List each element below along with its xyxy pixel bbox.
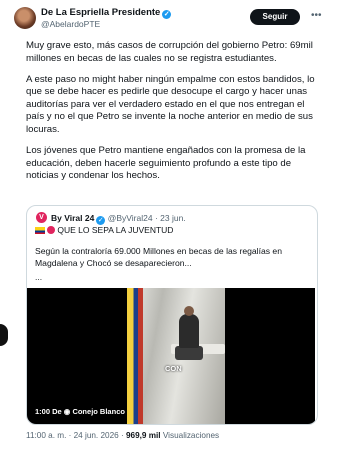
author-name-text[interactable]: De La Espriella Presidente <box>41 7 160 18</box>
views-count: 969,9 mil <box>125 431 161 440</box>
more-options-icon[interactable]: ••• <box>311 10 322 21</box>
quoted-author-name[interactable]: By Viral 24 <box>51 213 94 223</box>
video-channel: Conejo Blanco <box>72 407 125 416</box>
views-label: Visualizaciones <box>162 431 220 440</box>
colombia-flag-icon <box>35 227 45 234</box>
video-chair <box>175 346 203 360</box>
quoted-text: Según la contraloría 69.000 Millones en … <box>35 246 282 268</box>
video-timer: 1:00 De ◉ Conejo Blanco <box>35 407 125 416</box>
post-footer: 11:00 a. m. · 24 jun. 2026 · 969,9 mil V… <box>26 431 219 440</box>
post-header: De La Espriella Presidente ✓ @AbelardoPTE… <box>14 0 324 40</box>
carousel-arrow[interactable] <box>0 324 8 346</box>
quoted-post[interactable]: V By Viral 24 ✓ @ByViral24 · 23 jun. QUE … <box>26 205 318 425</box>
video-duration: 1:00 <box>35 407 51 416</box>
quoted-date[interactable]: 23 jun. <box>160 213 186 223</box>
video-player[interactable]: CON 1:00 De ◉ Conejo Blanco <box>27 288 315 424</box>
video-caption: CON <box>165 364 182 373</box>
follow-button[interactable]: Seguir <box>250 9 300 25</box>
video-frame: CON <box>127 288 225 424</box>
video-person-head <box>184 306 194 316</box>
post-timestamp[interactable]: 11:00 a. m. · 24 jun. 2026 · <box>26 431 124 440</box>
post-body: Muy grave esto, más casos de corrupción … <box>26 40 324 191</box>
quoted-ellipsis: ... <box>35 272 43 282</box>
camera-icon: ◉ <box>63 407 71 416</box>
verified-badge-icon: ✓ <box>162 10 172 19</box>
quoted-author-line: By Viral 24 ✓ @ByViral24 · 23 jun. <box>51 213 186 225</box>
author-handle[interactable]: @AbelardoPTE <box>41 19 100 29</box>
author-avatar[interactable] <box>14 7 36 29</box>
post-paragraph-3: Los jóvenes que Petro mantiene engañados… <box>26 145 306 182</box>
quoted-subtitle-line: QUE LO SEPA LA JUVENTUD <box>35 225 173 235</box>
quoted-subtitle: QUE LO SEPA LA JUVENTUD <box>57 225 174 235</box>
post-paragraph-2: A este paso no might haber ningún empalm… <box>26 73 315 136</box>
post-card: De La Espriella Presidente ✓ @AbelardoPTE… <box>14 0 324 449</box>
video-person <box>179 314 199 348</box>
video-timer-suffix: De <box>52 407 62 416</box>
author-name[interactable]: De La Espriella Presidente ✓ <box>41 7 172 19</box>
flag-banner <box>127 288 143 424</box>
quoted-author-handle[interactable]: @ByViral24 <box>108 213 153 223</box>
quoted-author-avatar[interactable]: V <box>36 212 47 223</box>
quoted-separator: · <box>154 213 158 223</box>
red-circle-icon <box>47 226 56 234</box>
post-paragraph-1: Muy grave esto, más casos de corrupción … <box>26 40 313 64</box>
quoted-verified-badge-icon: ✓ <box>96 216 106 225</box>
